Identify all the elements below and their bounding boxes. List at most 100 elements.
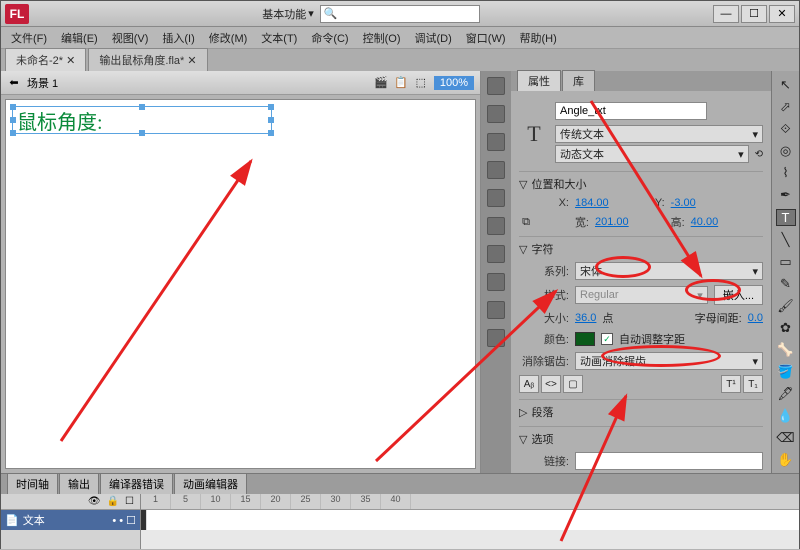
- tab-properties[interactable]: 属性: [517, 70, 561, 91]
- section-position-header[interactable]: ▽ 位置和大小: [519, 176, 763, 192]
- subscript-button[interactable]: T₁: [743, 375, 763, 393]
- panel-icon-10[interactable]: [487, 329, 505, 347]
- app-window: FL 基本功能 ▾ 🔍 — ☐ ✕ 文件(F) 编辑(E) 视图(V) 插入(I…: [0, 0, 800, 549]
- font-family-dropdown[interactable]: 宋体▾: [575, 262, 763, 280]
- titlebar: FL 基本功能 ▾ 🔍 — ☐ ✕: [1, 1, 799, 27]
- h-value[interactable]: 40.00: [691, 216, 719, 228]
- selection-tool-icon[interactable]: ↖: [776, 77, 796, 93]
- menu-text[interactable]: 文本(T): [255, 28, 303, 48]
- panel-icon-3[interactable]: [487, 133, 505, 151]
- w-label: 宽:: [539, 214, 589, 230]
- embed-button[interactable]: 嵌入...: [714, 285, 763, 305]
- ink-tool-icon[interactable]: 🖋: [776, 386, 796, 402]
- menu-window[interactable]: 窗口(W): [460, 28, 512, 48]
- html-button[interactable]: <>: [541, 375, 561, 393]
- layer-row[interactable]: 📄 文本• • ☐: [1, 510, 140, 530]
- instance-name-input[interactable]: [555, 102, 707, 120]
- stage-canvas[interactable]: 鼠标角度:: [5, 99, 476, 469]
- section-options-header[interactable]: ▽ 选项: [519, 431, 763, 447]
- size-label: 大小:: [519, 310, 569, 326]
- antialias-dropdown[interactable]: 动画消除锯齿▾: [575, 352, 763, 370]
- doc-tab-1[interactable]: 未命名-2* ✕: [5, 48, 86, 71]
- back-icon[interactable]: ⬅: [7, 76, 21, 90]
- menu-view[interactable]: 视图(V): [106, 28, 155, 48]
- color-swatch[interactable]: [575, 332, 595, 346]
- text-type-dropdown[interactable]: 动态文本▾: [555, 145, 749, 163]
- y-value[interactable]: -3.00: [671, 197, 696, 209]
- menu-modify[interactable]: 修改(M): [203, 28, 254, 48]
- rect-tool-icon[interactable]: ▭: [776, 254, 796, 270]
- tab-output[interactable]: 输出: [59, 473, 99, 494]
- eraser-tool-icon[interactable]: ⌫: [776, 430, 796, 446]
- text-tool-icon[interactable]: T: [776, 209, 796, 226]
- zoom-fit-icon[interactable]: ⬚: [414, 76, 428, 90]
- deco-tool-icon[interactable]: ✿: [776, 320, 796, 336]
- y-label: Y:: [615, 197, 665, 209]
- link-label: 链接:: [519, 453, 569, 469]
- menu-insert[interactable]: 插入(I): [156, 28, 200, 48]
- autokern-checkbox[interactable]: ✓: [601, 333, 613, 345]
- selectable-button[interactable]: Aᵦ: [519, 375, 539, 393]
- minimize-button[interactable]: —: [713, 5, 739, 23]
- menu-edit[interactable]: 编辑(E): [55, 28, 104, 48]
- frames-pane[interactable]: 1510152025303540: [141, 494, 799, 549]
- kern-value[interactable]: 0.0: [748, 312, 763, 324]
- eyedropper-tool-icon[interactable]: 💧: [776, 408, 796, 424]
- w-value[interactable]: 201.00: [595, 216, 629, 228]
- menu-commands[interactable]: 命令(C): [305, 28, 354, 48]
- hand-tool-icon[interactable]: ✋: [776, 452, 796, 468]
- panel-icon-8[interactable]: [487, 273, 505, 291]
- panel-icon-9[interactable]: [487, 301, 505, 319]
- pen-tool-icon[interactable]: ✒: [776, 187, 796, 203]
- bucket-tool-icon[interactable]: 🪣: [776, 364, 796, 380]
- panel-icon-2[interactable]: [487, 105, 505, 123]
- font-style-dropdown[interactable]: Regular▾: [575, 286, 708, 304]
- section-character-header[interactable]: ▽ 字符: [519, 241, 763, 257]
- panel-icon-5[interactable]: [487, 189, 505, 207]
- text-type-icon: T: [519, 119, 549, 149]
- lock-aspect-icon[interactable]: ⧉: [519, 215, 533, 229]
- tab-motion[interactable]: 动画编辑器: [174, 473, 247, 494]
- menu-file[interactable]: 文件(F): [5, 28, 53, 48]
- x-value[interactable]: 184.00: [575, 197, 609, 209]
- tab-library[interactable]: 库: [562, 70, 595, 91]
- outline-icon[interactable]: ☐: [125, 496, 134, 507]
- text-engine-dropdown[interactable]: 传统文本▾: [555, 125, 763, 143]
- subselection-tool-icon[interactable]: ⬀: [776, 99, 796, 115]
- tab-errors[interactable]: 编译器错误: [100, 473, 173, 494]
- menu-help[interactable]: 帮助(H): [514, 28, 563, 48]
- maximize-button[interactable]: ☐: [741, 5, 767, 23]
- search-input[interactable]: 🔍: [320, 5, 480, 23]
- close-button[interactable]: ✕: [769, 5, 795, 23]
- bone-tool-icon[interactable]: 🦴: [776, 342, 796, 358]
- panel-icon-6[interactable]: [487, 217, 505, 235]
- transform-tool-icon[interactable]: ⟐: [776, 121, 796, 137]
- link-input[interactable]: [575, 452, 763, 470]
- edit-symbol-icon[interactable]: 📋: [394, 76, 408, 90]
- zoom-input[interactable]: 100%: [434, 76, 474, 90]
- selected-textfield[interactable]: 鼠标角度:: [12, 106, 272, 134]
- menu-control[interactable]: 控制(O): [357, 28, 407, 48]
- superscript-button[interactable]: T¹: [721, 375, 741, 393]
- workspace-dropdown[interactable]: 基本功能 ▾: [262, 6, 314, 22]
- style-label: 样式:: [519, 287, 569, 303]
- lasso-tool-icon[interactable]: ⌇: [776, 165, 796, 181]
- panel-icon-4[interactable]: [487, 161, 505, 179]
- line-tool-icon[interactable]: ╲: [776, 232, 796, 248]
- doc-tab-2[interactable]: 输出鼠标角度.fla* ✕: [88, 48, 207, 71]
- scene-name[interactable]: 场景 1: [27, 75, 58, 91]
- pencil-tool-icon[interactable]: ✎: [776, 276, 796, 292]
- section-position: ▽ 位置和大小 X: 184.00 Y: -3.00 ⧉ 宽: 201.00 高…: [519, 171, 763, 230]
- border-button[interactable]: ▢: [563, 375, 583, 393]
- 3d-tool-icon[interactable]: ◎: [776, 143, 796, 159]
- eye-icon[interactable]: 👁: [88, 496, 101, 507]
- lock-icon[interactable]: 🔒: [107, 496, 119, 507]
- brush-tool-icon[interactable]: 🖌: [776, 298, 796, 314]
- panel-icon-7[interactable]: [487, 245, 505, 263]
- panel-icon-1[interactable]: [487, 77, 505, 95]
- size-value[interactable]: 36.0: [575, 312, 596, 324]
- menu-debug[interactable]: 调试(D): [409, 28, 458, 48]
- tab-timeline[interactable]: 时间轴: [7, 473, 58, 494]
- edit-scene-icon[interactable]: 🎬: [374, 76, 388, 90]
- section-paragraph-header[interactable]: ▷ 段落: [519, 404, 763, 420]
